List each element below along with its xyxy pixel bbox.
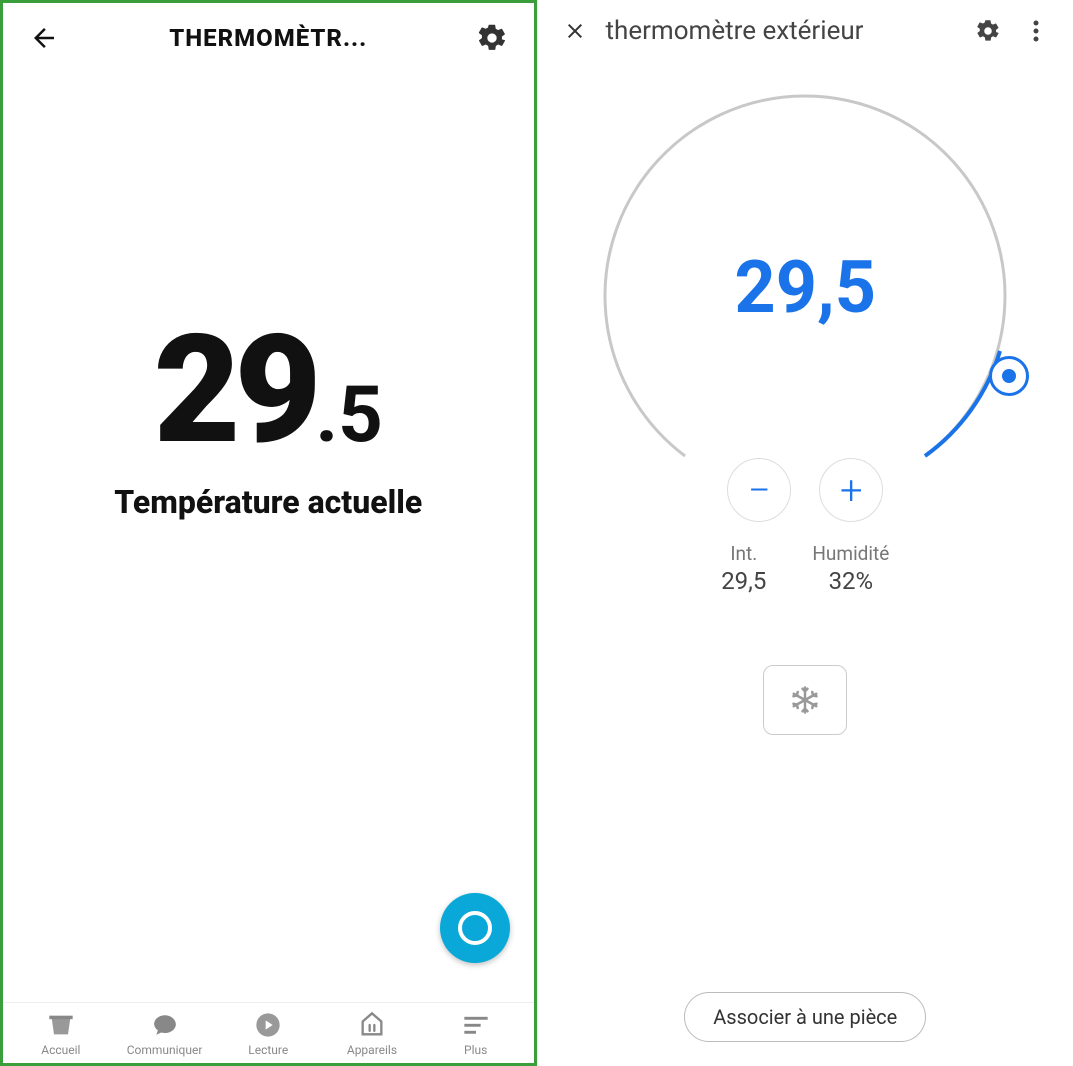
chat-bubble-icon [150,1011,180,1039]
dial-value: 29,5 [734,245,876,330]
nav-label: Accueil [41,1043,80,1057]
stats-row: Int. 29,5 Humidité 32% [538,542,1073,595]
settings-button[interactable] [971,14,1005,48]
alexa-app-screen: THERMOMÈTR... 29.5 Température actuelle … [0,0,537,1066]
temperature-dial[interactable]: 29,5 [585,76,1025,516]
alexa-voice-button[interactable] [440,893,510,963]
snowflake-icon [790,685,820,715]
more-menu-button[interactable] [1019,14,1053,48]
temperature-fraction: .5 [316,370,383,461]
back-button[interactable] [27,21,61,55]
nav-play[interactable]: Lecture [216,1011,320,1057]
gear-icon [975,18,1001,44]
devices-icon [357,1011,387,1039]
associate-room-button[interactable]: Associer à une pièce [684,992,926,1042]
nav-devices[interactable]: Appareils [320,1011,424,1057]
more-vertical-icon [1033,19,1039,43]
nav-more[interactable]: Plus [424,1011,528,1057]
page-title: thermomètre extérieur [606,16,958,46]
header: THERMOMÈTR... [3,3,534,55]
nav-communicate[interactable]: Communiquer [113,1011,217,1057]
temperature-whole: 29 [154,302,316,478]
stat-interior: Int. 29,5 [721,542,766,595]
google-home-screen: thermomètre extérieur 29,5 − + Int. 29,5 [537,0,1073,1066]
stat-humidity: Humidité 32% [812,542,889,595]
header: thermomètre extérieur [538,0,1073,48]
stat-value: 32% [812,567,889,595]
alexa-ring-icon [458,911,492,945]
stat-label: Humidité [812,542,889,565]
arrow-left-icon [29,23,59,53]
play-icon [253,1011,283,1039]
nav-home[interactable]: Accueil [9,1011,113,1057]
mode-row [538,665,1073,735]
more-lines-icon [461,1011,491,1039]
stat-value: 29,5 [721,567,766,595]
close-icon [563,19,587,43]
cooling-mode-button[interactable] [763,665,847,735]
bottom-nav: Accueil Communiquer Lecture Appareils Pl… [3,1002,534,1063]
settings-button[interactable] [475,21,509,55]
temperature-value: 29.5 [154,315,383,465]
gear-icon [476,22,508,54]
temperature-display: 29.5 Température actuelle [3,315,534,521]
temperature-dial-wrap: 29,5 [538,76,1073,516]
nav-label: Lecture [248,1043,288,1057]
home-icon [46,1011,76,1039]
nav-label: Appareils [347,1043,397,1057]
close-button[interactable] [558,14,592,48]
temperature-label: Température actuelle [114,483,422,521]
nav-label: Plus [464,1043,487,1057]
nav-label: Communiquer [127,1043,203,1057]
stat-label: Int. [721,542,766,565]
page-title: THERMOMÈTR... [169,24,367,52]
dial-handle[interactable] [989,356,1029,396]
